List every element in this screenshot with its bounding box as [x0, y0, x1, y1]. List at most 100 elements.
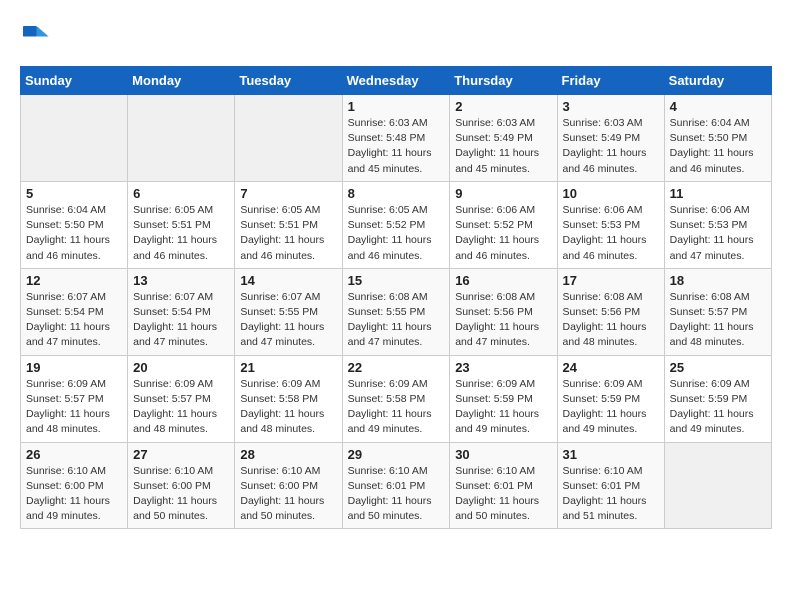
day-info: Sunrise: 6:08 AM Sunset: 5:56 PM Dayligh… — [563, 290, 659, 351]
calendar-week-row: 1Sunrise: 6:03 AM Sunset: 5:48 PM Daylig… — [21, 95, 772, 182]
calendar-cell: 16 Sunrise: 6:08 AM Sunset: 5:56 PM Dayli… — [450, 268, 557, 355]
day-number: 7 — [240, 186, 336, 201]
day-info: Sunrise: 6:09 AM Sunset: 5:57 PM Dayligh… — [133, 377, 229, 438]
calendar-cell — [235, 95, 342, 182]
day-info: Sunrise: 6:09 AM Sunset: 5:59 PM Dayligh… — [670, 377, 766, 438]
day-number: 18 — [670, 273, 766, 288]
day-number: 12 — [26, 273, 122, 288]
logo-icon — [20, 20, 50, 50]
day-info: Sunrise: 6:05 AM Sunset: 5:52 PM Dayligh… — [348, 203, 445, 264]
day-number: 13 — [133, 273, 229, 288]
calendar-cell: 8 Sunrise: 6:05 AM Sunset: 5:52 PM Daylig… — [342, 181, 450, 268]
calendar-cell: 30Sunrise: 6:10 AM Sunset: 6:01 PM Dayli… — [450, 442, 557, 529]
weekday-header: Sunday — [21, 67, 128, 95]
calendar-week-row: 19 Sunrise: 6:09 AM Sunset: 5:57 PM Dayli… — [21, 355, 772, 442]
day-number: 24 — [563, 360, 659, 375]
calendar-cell: 27 Sunrise: 6:10 AM Sunset: 6:00 PM Dayli… — [128, 442, 235, 529]
calendar-cell — [664, 442, 771, 529]
day-number: 30 — [455, 447, 551, 462]
day-number: 31 — [563, 447, 659, 462]
day-number: 26 — [26, 447, 122, 462]
day-info: Sunrise: 6:09 AM Sunset: 5:59 PM Dayligh… — [563, 377, 659, 438]
calendar-cell: 23 Sunrise: 6:09 AM Sunset: 5:59 PM Dayli… — [450, 355, 557, 442]
day-info: Sunrise: 6:07 AM Sunset: 5:55 PM Dayligh… — [240, 290, 336, 351]
day-info: Sunrise: 6:09 AM Sunset: 5:58 PM Dayligh… — [348, 377, 445, 438]
calendar-cell: 20 Sunrise: 6:09 AM Sunset: 5:57 PM Dayli… — [128, 355, 235, 442]
day-info: Sunrise: 6:04 AM Sunset: 5:50 PM Dayligh… — [670, 116, 766, 177]
day-info: Sunrise: 6:09 AM Sunset: 5:57 PM Dayligh… — [26, 377, 122, 438]
calendar-cell: 29Sunrise: 6:10 AM Sunset: 6:01 PM Dayli… — [342, 442, 450, 529]
day-info: Sunrise: 6:10 AM Sunset: 6:00 PM Dayligh… — [240, 464, 336, 525]
day-number: 6 — [133, 186, 229, 201]
calendar-cell: 3 Sunrise: 6:03 AM Sunset: 5:49 PM Daylig… — [557, 95, 664, 182]
day-number: 8 — [348, 186, 445, 201]
calendar-cell: 31 Sunrise: 6:10 AM Sunset: 6:01 PM Dayli… — [557, 442, 664, 529]
calendar-cell: 25Sunrise: 6:09 AM Sunset: 5:59 PM Dayli… — [664, 355, 771, 442]
day-info: Sunrise: 6:04 AM Sunset: 5:50 PM Dayligh… — [26, 203, 122, 264]
day-number: 19 — [26, 360, 122, 375]
day-info: Sunrise: 6:03 AM Sunset: 5:48 PM Dayligh… — [348, 116, 445, 177]
day-number: 4 — [670, 99, 766, 114]
calendar-cell — [128, 95, 235, 182]
day-info: Sunrise: 6:06 AM Sunset: 5:53 PM Dayligh… — [563, 203, 659, 264]
day-info: Sunrise: 6:10 AM Sunset: 6:01 PM Dayligh… — [348, 464, 445, 525]
logo — [20, 20, 54, 50]
day-number: 16 — [455, 273, 551, 288]
calendar-cell: 17 Sunrise: 6:08 AM Sunset: 5:56 PM Dayli… — [557, 268, 664, 355]
weekday-header: Monday — [128, 67, 235, 95]
day-info: Sunrise: 6:08 AM Sunset: 5:56 PM Dayligh… — [455, 290, 551, 351]
calendar-cell: 15 Sunrise: 6:08 AM Sunset: 5:55 PM Dayli… — [342, 268, 450, 355]
day-number: 3 — [563, 99, 659, 114]
calendar-cell: 18 Sunrise: 6:08 AM Sunset: 5:57 PM Dayli… — [664, 268, 771, 355]
day-info: Sunrise: 6:09 AM Sunset: 5:59 PM Dayligh… — [455, 377, 551, 438]
day-info: Sunrise: 6:10 AM Sunset: 6:00 PM Dayligh… — [26, 464, 122, 525]
day-number: 9 — [455, 186, 551, 201]
calendar-cell: 4 Sunrise: 6:04 AM Sunset: 5:50 PM Daylig… — [664, 95, 771, 182]
calendar-cell: 26 Sunrise: 6:10 AM Sunset: 6:00 PM Dayli… — [21, 442, 128, 529]
calendar-cell: 11Sunrise: 6:06 AM Sunset: 5:53 PM Dayli… — [664, 181, 771, 268]
day-number: 15 — [348, 273, 445, 288]
weekday-row: SundayMondayTuesdayWednesdayThursdayFrid… — [21, 67, 772, 95]
day-number: 11 — [670, 186, 766, 201]
calendar-cell: 21Sunrise: 6:09 AM Sunset: 5:58 PM Dayli… — [235, 355, 342, 442]
calendar-cell: 7 Sunrise: 6:05 AM Sunset: 5:51 PM Daylig… — [235, 181, 342, 268]
day-number: 22 — [348, 360, 445, 375]
day-number: 28 — [240, 447, 336, 462]
day-info: Sunrise: 6:10 AM Sunset: 6:01 PM Dayligh… — [563, 464, 659, 525]
day-info: Sunrise: 6:03 AM Sunset: 5:49 PM Dayligh… — [563, 116, 659, 177]
day-info: Sunrise: 6:05 AM Sunset: 5:51 PM Dayligh… — [240, 203, 336, 264]
day-number: 17 — [563, 273, 659, 288]
calendar-body: 1Sunrise: 6:03 AM Sunset: 5:48 PM Daylig… — [21, 95, 772, 529]
calendar-cell: 28 Sunrise: 6:10 AM Sunset: 6:00 PM Dayli… — [235, 442, 342, 529]
day-info: Sunrise: 6:03 AM Sunset: 5:49 PM Dayligh… — [455, 116, 551, 177]
day-number: 2 — [455, 99, 551, 114]
calendar-cell: 1Sunrise: 6:03 AM Sunset: 5:48 PM Daylig… — [342, 95, 450, 182]
weekday-header: Thursday — [450, 67, 557, 95]
day-number: 20 — [133, 360, 229, 375]
day-number: 21 — [240, 360, 336, 375]
calendar-cell: 12 Sunrise: 6:07 AM Sunset: 5:54 PM Dayli… — [21, 268, 128, 355]
calendar-cell — [21, 95, 128, 182]
calendar-cell: 22 Sunrise: 6:09 AM Sunset: 5:58 PM Dayli… — [342, 355, 450, 442]
calendar-cell: 10Sunrise: 6:06 AM Sunset: 5:53 PM Dayli… — [557, 181, 664, 268]
calendar-cell: 13 Sunrise: 6:07 AM Sunset: 5:54 PM Dayli… — [128, 268, 235, 355]
day-number: 23 — [455, 360, 551, 375]
day-number: 5 — [26, 186, 122, 201]
calendar-cell: 14Sunrise: 6:07 AM Sunset: 5:55 PM Dayli… — [235, 268, 342, 355]
calendar-cell: 2 Sunrise: 6:03 AM Sunset: 5:49 PM Daylig… — [450, 95, 557, 182]
calendar-cell: 6 Sunrise: 6:05 AM Sunset: 5:51 PM Daylig… — [128, 181, 235, 268]
day-number: 27 — [133, 447, 229, 462]
calendar-cell: 24 Sunrise: 6:09 AM Sunset: 5:59 PM Dayli… — [557, 355, 664, 442]
calendar-header: SundayMondayTuesdayWednesdayThursdayFrid… — [21, 67, 772, 95]
day-info: Sunrise: 6:08 AM Sunset: 5:55 PM Dayligh… — [348, 290, 445, 351]
weekday-header: Wednesday — [342, 67, 450, 95]
day-info: Sunrise: 6:07 AM Sunset: 5:54 PM Dayligh… — [26, 290, 122, 351]
day-info: Sunrise: 6:05 AM Sunset: 5:51 PM Dayligh… — [133, 203, 229, 264]
day-info: Sunrise: 6:10 AM Sunset: 6:00 PM Dayligh… — [133, 464, 229, 525]
calendar-cell: 19 Sunrise: 6:09 AM Sunset: 5:57 PM Dayli… — [21, 355, 128, 442]
calendar-cell: 9Sunrise: 6:06 AM Sunset: 5:52 PM Daylig… — [450, 181, 557, 268]
day-info: Sunrise: 6:08 AM Sunset: 5:57 PM Dayligh… — [670, 290, 766, 351]
day-info: Sunrise: 6:07 AM Sunset: 5:54 PM Dayligh… — [133, 290, 229, 351]
calendar-week-row: 26 Sunrise: 6:10 AM Sunset: 6:00 PM Dayli… — [21, 442, 772, 529]
weekday-header: Friday — [557, 67, 664, 95]
